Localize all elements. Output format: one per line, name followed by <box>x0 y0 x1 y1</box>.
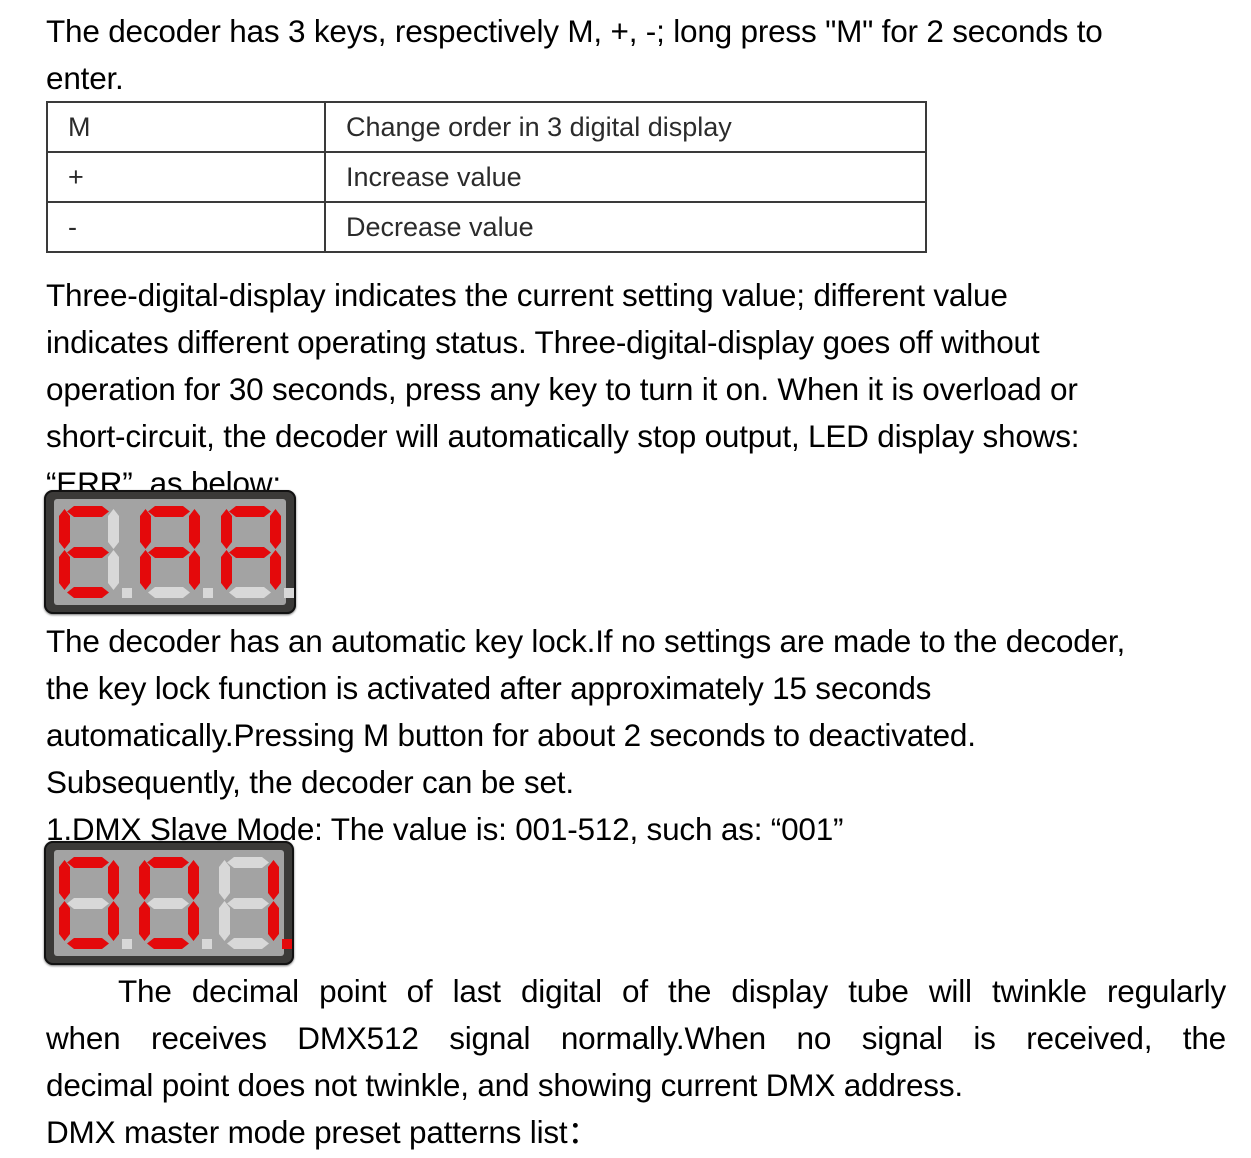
segment-c-icon <box>268 901 279 941</box>
led-digit-1-wrap <box>58 857 132 949</box>
decimal-point-icon <box>203 588 213 598</box>
address-led-display <box>44 841 294 965</box>
document-page: The decoder has 3 keys, respectively M, … <box>0 0 1251 1158</box>
segment-a-icon <box>147 857 189 868</box>
segment-a-icon <box>229 506 271 517</box>
status-line-3: operation for 30 seconds, press any key … <box>46 371 1078 407</box>
led-digit-R-first <box>139 506 213 598</box>
segment-e-icon <box>139 901 150 941</box>
intro-line-1: The decoder has 3 keys, respectively M, … <box>46 13 1103 49</box>
led-digit-R-second <box>220 506 294 598</box>
segment-g-icon <box>148 547 190 558</box>
table-cell-key: - <box>46 201 326 253</box>
segment-d-icon <box>147 938 189 949</box>
segment-b-icon <box>188 860 199 900</box>
segment-d-icon <box>227 938 269 949</box>
preset-patterns-label: DMX master mode preset patterns list： <box>46 1114 599 1150</box>
preset-patterns-heading: DMX master mode preset patterns list： <box>46 1109 1226 1156</box>
led-digit-zero-first <box>58 857 132 949</box>
decimal-line-2: when receives DMX512 signal normally.Whe… <box>46 1020 1226 1056</box>
table-cell-action: Decrease value <box>324 201 927 253</box>
segment-g-icon <box>229 547 271 558</box>
decimal-line-3: decimal point does not twinkle, and show… <box>46 1067 963 1103</box>
segment-e-icon <box>59 550 70 590</box>
segment-f-icon <box>59 860 70 900</box>
segment-d-icon <box>148 587 190 598</box>
err-led-display <box>44 490 296 614</box>
segment-f-icon <box>59 509 70 549</box>
status-paragraph: Three-digital-display indicates the curr… <box>46 272 1236 507</box>
segment-g-icon <box>67 898 109 909</box>
segment-b-icon <box>108 860 119 900</box>
led-digit-one <box>218 857 292 949</box>
segment-f-icon <box>221 509 232 549</box>
segment-c-icon <box>188 901 199 941</box>
keylock-line-3: automatically.Pressing M button for abou… <box>46 717 976 753</box>
decimal-point-icon <box>282 939 292 949</box>
segment-e-icon <box>219 901 230 941</box>
segment-e-icon <box>59 901 70 941</box>
segment-d-icon <box>67 587 109 598</box>
keylock-paragraph: The decoder has an automatic key lock.If… <box>46 618 1236 853</box>
segment-g-icon <box>147 898 189 909</box>
led-digit-1-wrap <box>58 506 132 598</box>
segment-f-icon <box>140 509 151 549</box>
segment-f-icon <box>219 860 230 900</box>
keylock-line-1: The decoder has an automatic key lock.If… <box>46 623 1125 659</box>
table-row: + Increase value <box>46 151 927 203</box>
segment-c-icon <box>189 550 200 590</box>
status-line-4: short-circuit, the decoder will automati… <box>46 418 1080 454</box>
segment-c-icon <box>108 901 119 941</box>
segment-g-icon <box>67 547 109 558</box>
led-screen <box>54 850 292 956</box>
decimal-point-icon <box>122 939 132 949</box>
intro-line-2: enter. <box>46 60 124 96</box>
keylock-line-4: Subsequently, the decoder can be set. <box>46 764 574 800</box>
table-row: - Decrease value <box>46 201 927 253</box>
segment-a-icon <box>67 506 109 517</box>
segment-b-icon <box>268 860 279 900</box>
segment-a-icon <box>227 857 269 868</box>
led-digit-2-wrap <box>139 506 213 598</box>
led-screen <box>54 499 294 605</box>
decimal-point-icon <box>122 588 132 598</box>
segment-d-icon <box>67 938 109 949</box>
segment-e-icon <box>140 550 151 590</box>
decimal-point-icon <box>284 588 294 598</box>
segment-a-icon <box>67 857 109 868</box>
led-digit-E <box>58 506 132 598</box>
led-digit-3-wrap <box>220 506 294 598</box>
led-digit-2-wrap <box>138 857 212 949</box>
status-line-1: Three-digital-display indicates the curr… <box>46 277 1008 313</box>
table-row: M Change order in 3 digital display <box>46 101 927 153</box>
segment-c-icon <box>270 550 281 590</box>
key-function-table: M Change order in 3 digital display + In… <box>46 101 927 253</box>
segment-a-icon <box>148 506 190 517</box>
led-digit-3-wrap <box>218 857 292 949</box>
decimal-line-1: The decimal point of last digital of the… <box>118 973 1226 1009</box>
table-cell-action: Increase value <box>324 151 927 203</box>
intro-paragraph: The decoder has 3 keys, respectively M, … <box>46 8 1226 102</box>
decimal-point-icon <box>202 939 212 949</box>
table-cell-action: Change order in 3 digital display <box>324 101 927 153</box>
table-cell-key: + <box>46 151 326 203</box>
segment-b-icon <box>108 509 119 549</box>
segment-e-icon <box>221 550 232 590</box>
segment-g-icon <box>227 898 269 909</box>
segment-c-icon <box>108 550 119 590</box>
led-digit-zero-second <box>138 857 212 949</box>
segment-d-icon <box>229 587 271 598</box>
keylock-line-2: the key lock function is activated after… <box>46 670 932 706</box>
segment-f-icon <box>139 860 150 900</box>
segment-b-icon <box>270 509 281 549</box>
decimal-point-paragraph: The decimal point of last digital of the… <box>46 968 1226 1109</box>
segment-b-icon <box>189 509 200 549</box>
status-line-2: indicates different operating status. Th… <box>46 324 1040 360</box>
table-cell-key: M <box>46 101 326 153</box>
